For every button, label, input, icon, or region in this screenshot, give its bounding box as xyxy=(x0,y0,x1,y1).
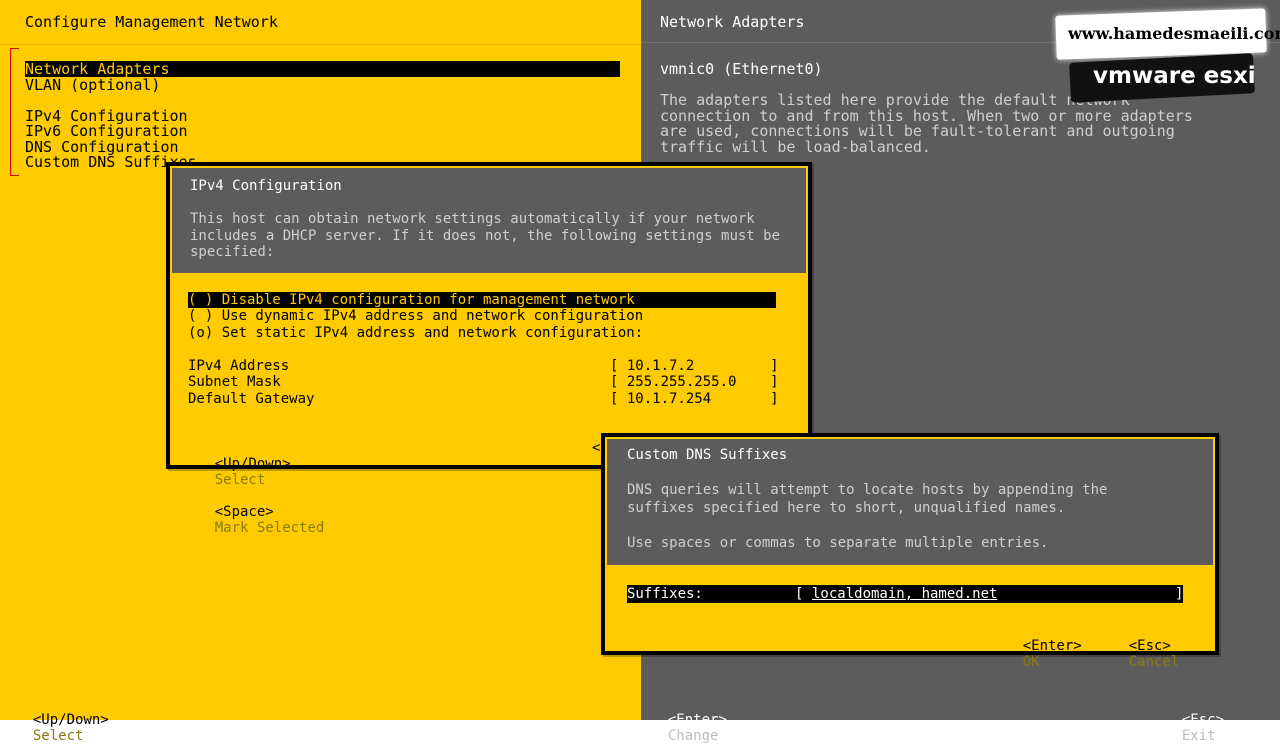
dns-key-esc: <Esc> xyxy=(1128,638,1171,654)
menu-item-network-adapters[interactable]: Network Adapters xyxy=(25,61,620,77)
ipv4-dialog-footer: <Up/Down> Select <Space> Mark Selected xyxy=(181,440,325,552)
menu-item-ipv6[interactable]: IPv6 Configuration xyxy=(25,123,188,139)
ipv4-option-disable[interactable]: ( ) Disable IPv4 configuration for manag… xyxy=(188,292,776,308)
suffixes-input[interactable]: localdomain, hamed.net xyxy=(812,586,997,602)
ipv4-option-dynamic[interactable]: ( ) Use dynamic IPv4 address and network… xyxy=(188,308,643,324)
adapter-desc-line-4: traffic will be load-balanced. xyxy=(660,138,931,156)
ipv4-dialog: IPv4 Configuration This host can obtain … xyxy=(166,162,812,536)
dns-footer-cancel[interactable]: <Esc> Cancel xyxy=(1095,622,1180,686)
dns-desc-line-2: suffixes specified here to short, unqual… xyxy=(627,500,1066,516)
suffixes-bracket-close: ] xyxy=(1175,586,1184,602)
left-panel-title: Configure Management Network xyxy=(25,13,278,31)
ipv4-address-label: IPv4 Address xyxy=(188,358,290,374)
suffixes-label: Suffixes: xyxy=(627,586,703,602)
ipv4-footer-key-updown: <Up/Down> xyxy=(214,456,291,472)
suffixes-bracket-open: [ xyxy=(795,586,804,602)
footer-key-esc: <Esc> xyxy=(1181,712,1225,728)
watermark-label: vmware esxi xyxy=(1093,63,1256,89)
dns-footer-ok[interactable]: <Enter> OK xyxy=(989,622,1082,686)
adapter-name: vmnic0 (Ethernet0) xyxy=(660,60,823,78)
footer-action-select: Select xyxy=(32,728,84,744)
dns-hint: Use spaces or commas to separate multipl… xyxy=(627,535,1049,551)
right-footer-enter: <Enter> Change xyxy=(651,696,727,744)
default-gateway-field[interactable]: [ 10.1.7.254 ] xyxy=(610,391,779,407)
right-footer-esc: <Esc> Exit xyxy=(1165,696,1224,744)
subnet-mask-label: Subnet Mask xyxy=(188,374,281,390)
highlight-bracket xyxy=(10,48,19,176)
ipv4-footer-partial: < xyxy=(592,440,601,456)
right-panel-title: Network Adapters xyxy=(660,13,805,31)
ipv4-desc-line-2: includes a DHCP server. If it does not, … xyxy=(190,228,781,244)
footer-action-exit: Exit xyxy=(1181,728,1216,744)
dns-dialog-title: Custom DNS Suffixes xyxy=(627,447,788,463)
left-footer: <Up/Down> Select xyxy=(16,696,109,744)
footer-key-enter: <Enter> xyxy=(667,712,727,728)
dns-desc-line-1: DNS queries will attempt to locate hosts… xyxy=(627,482,1108,498)
footer-action-change: Change xyxy=(667,728,719,744)
adapter-desc-line-1: The adapters listed here provide the def… xyxy=(660,91,1130,109)
ipv4-dialog-header: IPv4 Configuration This host can obtain … xyxy=(170,166,808,275)
subnet-mask-field[interactable]: [ 255.255.255.0 ] xyxy=(610,374,779,390)
ipv4-footer-key-space: <Space> xyxy=(214,504,274,520)
footer-key-updown: <Up/Down> xyxy=(32,712,109,728)
ipv4-option-static[interactable]: (o) Set static IPv4 address and network … xyxy=(188,325,643,341)
ipv4-address-field[interactable]: [ 10.1.7.2 ] xyxy=(610,358,779,374)
ipv4-desc-line-3: specified: xyxy=(190,244,275,260)
ipv4-footer-action-mark: Mark Selected xyxy=(214,520,325,536)
dns-dialog: Custom DNS Suffixes DNS queries will att… xyxy=(601,433,1219,670)
default-gateway-label: Default Gateway xyxy=(188,391,315,407)
adapter-desc-line-3: are used, connections will be fault-tole… xyxy=(660,122,1175,140)
dns-dialog-header: Custom DNS Suffixes DNS queries will att… xyxy=(605,437,1215,567)
ipv4-desc-line-1: This host can obtain network settings au… xyxy=(190,211,755,227)
ipv4-dialog-title: IPv4 Configuration xyxy=(190,178,342,194)
menu-item-vlan[interactable]: VLAN (optional) xyxy=(25,77,160,93)
dns-key-enter: <Enter> xyxy=(1022,638,1082,654)
dns-action-ok: OK xyxy=(1022,654,1040,670)
ipv4-footer-action-select: Select xyxy=(214,472,266,488)
watermark-site: www.hamedesmaeili.com xyxy=(1068,24,1280,43)
dns-action-cancel: Cancel xyxy=(1128,654,1180,670)
